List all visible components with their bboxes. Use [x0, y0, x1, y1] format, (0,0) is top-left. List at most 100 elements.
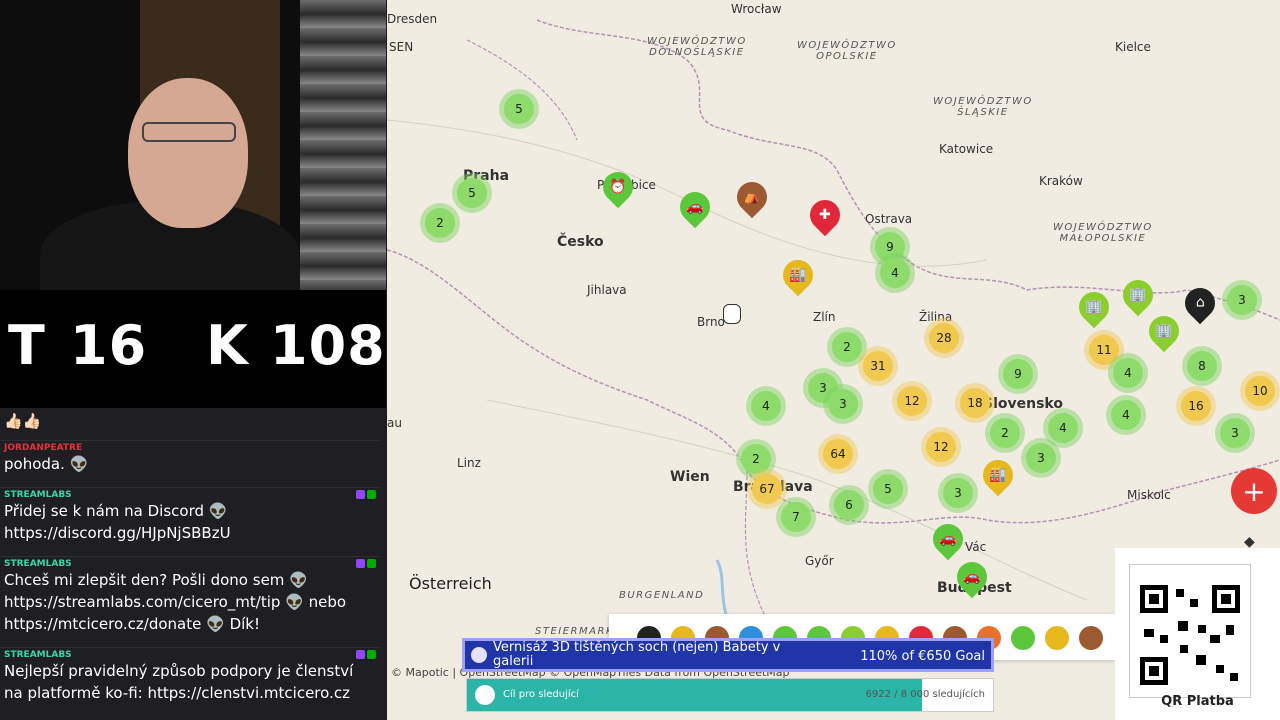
goal-value: 110% of €650 Goal — [860, 649, 985, 664]
map-label-katowice: Katowice — [939, 142, 994, 156]
follower-goal-bar: Cíl pro sledující 6922 / 8 000 sledující… — [466, 678, 994, 712]
chat-username[interactable]: STREAMLABS — [4, 559, 376, 569]
map-region-slaskie: WOJEWÓDZTWO ŚLĄSKIE — [933, 96, 1033, 118]
streamer-head — [128, 78, 248, 228]
follower-goal-value: 6922 / 8 000 sledujících — [865, 689, 985, 700]
map-label-cesko: Česko — [557, 234, 604, 250]
map-cluster[interactable]: 9 — [875, 232, 905, 262]
map-cluster[interactable]: 12 — [897, 386, 927, 416]
chat-message-text: pohoda. 👽 — [4, 455, 89, 473]
stream-left-panel: T 16 K 108 👍🏻👍🏻 JORDANPEATRE pohoda. 👽 S… — [0, 0, 386, 720]
map-cluster[interactable]: 67 — [752, 474, 782, 504]
chat-message: 👍🏻👍🏻 — [0, 408, 380, 441]
map-cluster[interactable]: 10 — [1245, 376, 1275, 406]
map-cluster[interactable]: 4 — [751, 391, 781, 421]
map-cluster[interactable]: 12 — [926, 432, 956, 462]
map-cluster[interactable]: 3 — [1220, 418, 1250, 448]
chat-message: STREAMLABS Chceš mi zlepšit den? Pošli d… — [0, 557, 380, 648]
map-region-burgenland: BURGENLAND — [619, 590, 705, 601]
map-label-kielce: Kielce — [1115, 40, 1151, 54]
map-cluster[interactable]: 9 — [1003, 359, 1033, 389]
add-button[interactable]: + — [1231, 468, 1277, 514]
map-cluster[interactable]: 2 — [990, 418, 1020, 448]
acoustic-panel — [300, 0, 386, 290]
score-counter: T 16 K 108 — [0, 290, 386, 408]
mod-badge-icon — [356, 650, 365, 659]
map-label-jihlava: Jihlava — [587, 283, 627, 297]
chat-message-text: 👍🏻👍🏻 — [4, 412, 42, 430]
chat-username[interactable]: STREAMLABS — [4, 650, 376, 660]
map-cluster[interactable]: 31 — [863, 351, 893, 381]
map-cluster[interactable]: 4 — [1113, 358, 1143, 388]
map-region-malopolskie: WOJEWÓDZTWO MAŁOPOLSKIE — [1053, 222, 1153, 244]
map-label-miskolc: Miskolc — [1127, 488, 1171, 502]
map-region-dolnoslaskie: WOJEWÓDZTWO DOLNOŚLĄSKIE — [647, 36, 747, 58]
sword-badge-icon — [367, 559, 376, 568]
streamer-glasses — [142, 122, 236, 142]
map-label-brno: Brno — [697, 315, 725, 329]
map-label-wroclaw: Wrocław — [731, 2, 782, 16]
map-cluster[interactable]: 18 — [960, 388, 990, 418]
map-label-wien: Wien — [670, 469, 710, 485]
map-cluster[interactable]: 3 — [1026, 443, 1056, 473]
map-region-opolskie: WOJEWÓDZTWO OPOLSKIE — [797, 40, 897, 62]
map-cluster[interactable]: 16 — [1181, 391, 1211, 421]
chat-badges — [354, 650, 376, 662]
counter-k-label: K — [206, 314, 249, 377]
chat-message: STREAMLABS Nejlepší pravidelný způsob po… — [0, 648, 380, 716]
map-cluster[interactable]: 28 — [929, 323, 959, 353]
map-label-dresden: Dresden — [387, 12, 438, 26]
chat-message: STREAMLABS Přidej se k nám na Discord 👽 … — [0, 488, 380, 557]
qr-payment-panel: QR Platba — [1115, 548, 1280, 720]
map-label-slovensko: Slovensko — [983, 396, 1063, 412]
mod-badge-icon — [356, 559, 365, 568]
mod-badge-icon — [356, 490, 365, 499]
chat-message-text: Chceš mi zlepšit den? Pošli dono sem 👽 h… — [4, 571, 347, 633]
counter-t-value: 16 — [70, 314, 148, 377]
follower-goal-label: Cíl pro sledující — [503, 689, 579, 700]
map-label-gyor: Győr — [805, 554, 834, 568]
map-cluster[interactable]: 11 — [1089, 335, 1119, 365]
map-label-zlin: Zlín — [813, 310, 836, 324]
map-label-au: au — [387, 416, 402, 430]
map-cluster[interactable]: 2 — [425, 208, 455, 238]
sword-badge-icon — [367, 490, 376, 499]
webcam-feed — [0, 0, 386, 290]
filter-monument-icon[interactable] — [1079, 626, 1103, 650]
chat-username[interactable]: STREAMLABS — [4, 490, 376, 500]
map-cluster[interactable]: 3 — [943, 478, 973, 508]
hand-cursor-icon — [723, 304, 741, 324]
map-cluster[interactable]: 3 — [828, 389, 858, 419]
map-label-zilina: Žilina — [919, 310, 953, 324]
map-label-linz: Linz — [457, 456, 481, 470]
chat-message: JORDANPEATRE pohoda. 👽 — [0, 441, 380, 488]
map-cluster[interactable]: 3 — [1227, 285, 1257, 315]
map-cluster[interactable]: 5 — [457, 178, 487, 208]
chat-username[interactable]: JORDANPEATRE — [4, 443, 376, 453]
goal-title: Vernisáž 3D tištěných soch (nejen) Babet… — [493, 640, 781, 669]
chat-badges — [354, 559, 376, 571]
filter-alarm-icon[interactable] — [1011, 626, 1035, 650]
map-region-steiermark: STEIERMARK — [535, 626, 614, 637]
heart-icon — [475, 685, 495, 705]
goal-icon — [471, 647, 487, 663]
map-cluster[interactable]: 4 — [1111, 400, 1141, 430]
map-label-osterreich: Österreich — [409, 574, 492, 593]
counter-t-label: T — [8, 314, 46, 377]
map-cluster[interactable]: 5 — [504, 94, 534, 124]
map-cluster[interactable]: 4 — [880, 258, 910, 288]
map-cluster[interactable]: 2 — [741, 444, 771, 474]
map-label-ostrava: Ostrava — [865, 212, 913, 226]
map-cluster[interactable]: 5 — [873, 474, 903, 504]
map-cluster[interactable]: 2 — [832, 332, 862, 362]
filter-book-icon[interactable] — [1045, 626, 1069, 650]
map-cluster[interactable]: 64 — [823, 439, 853, 469]
map-cluster[interactable]: 4 — [1048, 413, 1078, 443]
map-label-vac: Vác — [965, 540, 987, 554]
map-cluster[interactable]: 7 — [781, 502, 811, 532]
counter-k-value: 108 — [270, 314, 386, 377]
donation-goal-bar: Vernisáž 3D tištěných soch (nejen) Babet… — [462, 638, 994, 672]
map-cluster[interactable]: 8 — [1187, 351, 1217, 381]
map-cluster[interactable]: 6 — [834, 490, 864, 520]
qr-label: QR Platba — [1161, 694, 1234, 709]
